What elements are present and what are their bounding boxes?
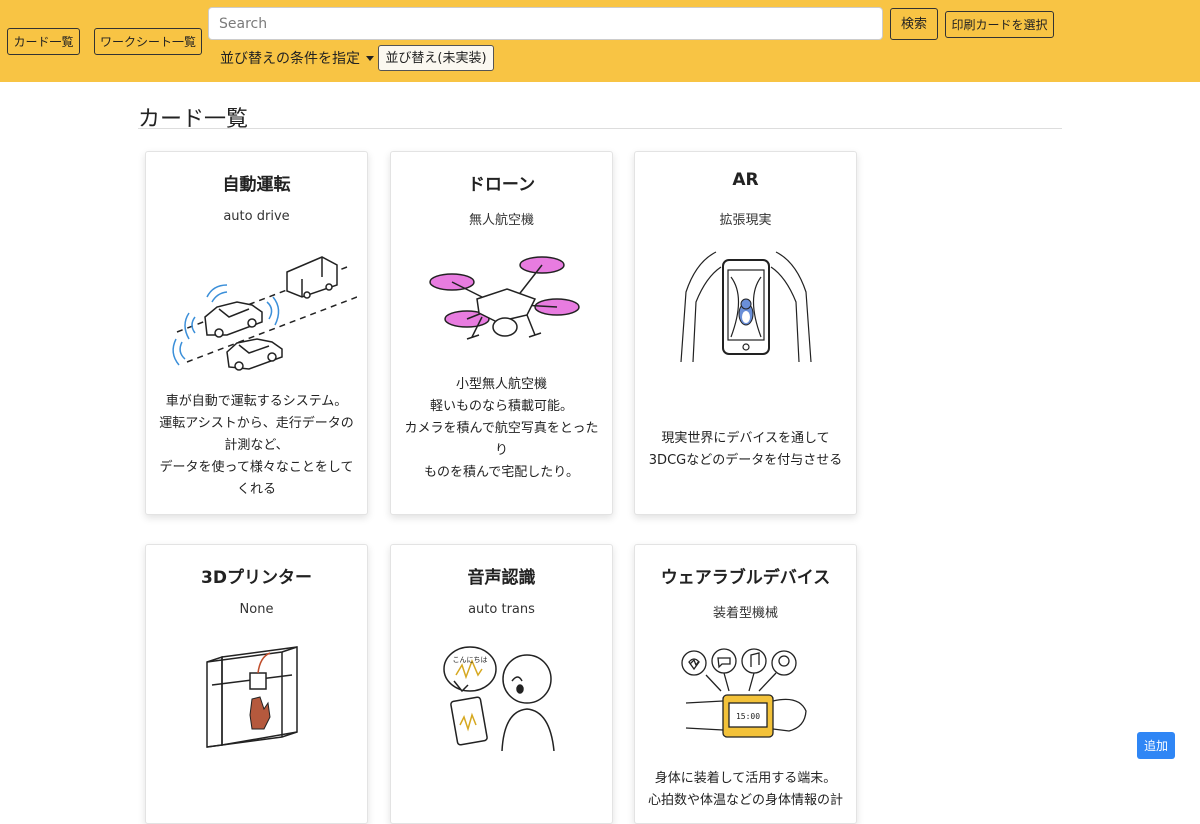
sort-condition-dropdown[interactable]: 並び替えの条件を指定	[220, 49, 374, 67]
card-subtitle: auto drive	[223, 209, 290, 224]
card-drone[interactable]: ドローン 無人航空機 小型無人航空機 軽いものなら積載可能。 カメラを積んで航空…	[390, 151, 613, 515]
card-title: 自動運転	[222, 175, 291, 195]
smartwatch-icon: 15:00	[635, 643, 856, 743]
worksheet-list-button[interactable]: ワークシート一覧	[94, 28, 202, 55]
card-title: AR	[732, 170, 759, 190]
card-title: ウェアラブルデバイス	[660, 568, 831, 588]
self-driving-cars-icon	[146, 247, 367, 377]
add-button[interactable]: 追加	[1137, 732, 1175, 759]
3d-printer-icon	[146, 637, 367, 757]
caret-down-icon	[366, 55, 374, 61]
card-title: ドローン	[467, 175, 536, 195]
card-wearable[interactable]: ウェアラブルデバイス 装着型機械 15:00 身体に装着して活用する端末。 心拍…	[634, 544, 857, 824]
card-3d-printer[interactable]: 3Dプリンター None	[145, 544, 368, 824]
card-ar[interactable]: AR 拡張現実 現実世界にデバイスを通して 3DCGなどのデータを付与させる	[634, 151, 857, 515]
card-list-button[interactable]: カード一覧	[7, 28, 80, 55]
card-description: 身体に装着して活用する端末。 心拍数や体温などの身体情報の計	[647, 771, 843, 808]
card-subtitle: None	[239, 602, 274, 617]
card-subtitle: 拡張現実	[719, 213, 772, 228]
sort-condition-label: 並び替えの条件を指定	[220, 51, 360, 67]
watch-time: 15:00	[735, 712, 759, 721]
card-auto-drive[interactable]: 自動運転 auto drive 車が自動で運転するシステム。 運転アシストから、…	[145, 151, 368, 515]
drone-icon	[391, 247, 612, 357]
print-select-button[interactable]: 印刷カードを選択	[945, 11, 1054, 38]
speech-bubble-text: こんにちは	[452, 656, 487, 664]
card-title: 3Dプリンター	[201, 568, 312, 588]
title-divider	[138, 128, 1062, 129]
card-description: 現実世界にデバイスを通して 3DCGなどのデータを付与させる	[648, 431, 843, 468]
sort-button[interactable]: 並び替え(未実装)	[378, 45, 494, 71]
card-subtitle: 無人航空機	[468, 213, 534, 228]
voice-recognition-icon: こんにちは	[391, 641, 612, 751]
card-voice-recognition[interactable]: 音声認識 auto trans こんにちは	[390, 544, 613, 824]
card-description: 車が自動で運転するシステム。 運転アシストから、走行データの 計測など、 データ…	[159, 394, 354, 497]
card-subtitle: 装着型機械	[712, 606, 778, 621]
search-input[interactable]	[208, 7, 883, 40]
card-title: 音声認識	[467, 568, 536, 588]
card-description: 小型無人航空機 軽いものなら積載可能。 カメラを積んで航空写真をとった り もの…	[404, 377, 599, 480]
card-subtitle: auto trans	[468, 602, 535, 617]
top-navbar: カード一覧 ワークシート一覧 検索 印刷カードを選択 並び替えの条件を指定 並び…	[0, 0, 1200, 82]
search-button[interactable]: 検索	[890, 8, 938, 40]
smartphone-ar-icon	[635, 242, 856, 367]
